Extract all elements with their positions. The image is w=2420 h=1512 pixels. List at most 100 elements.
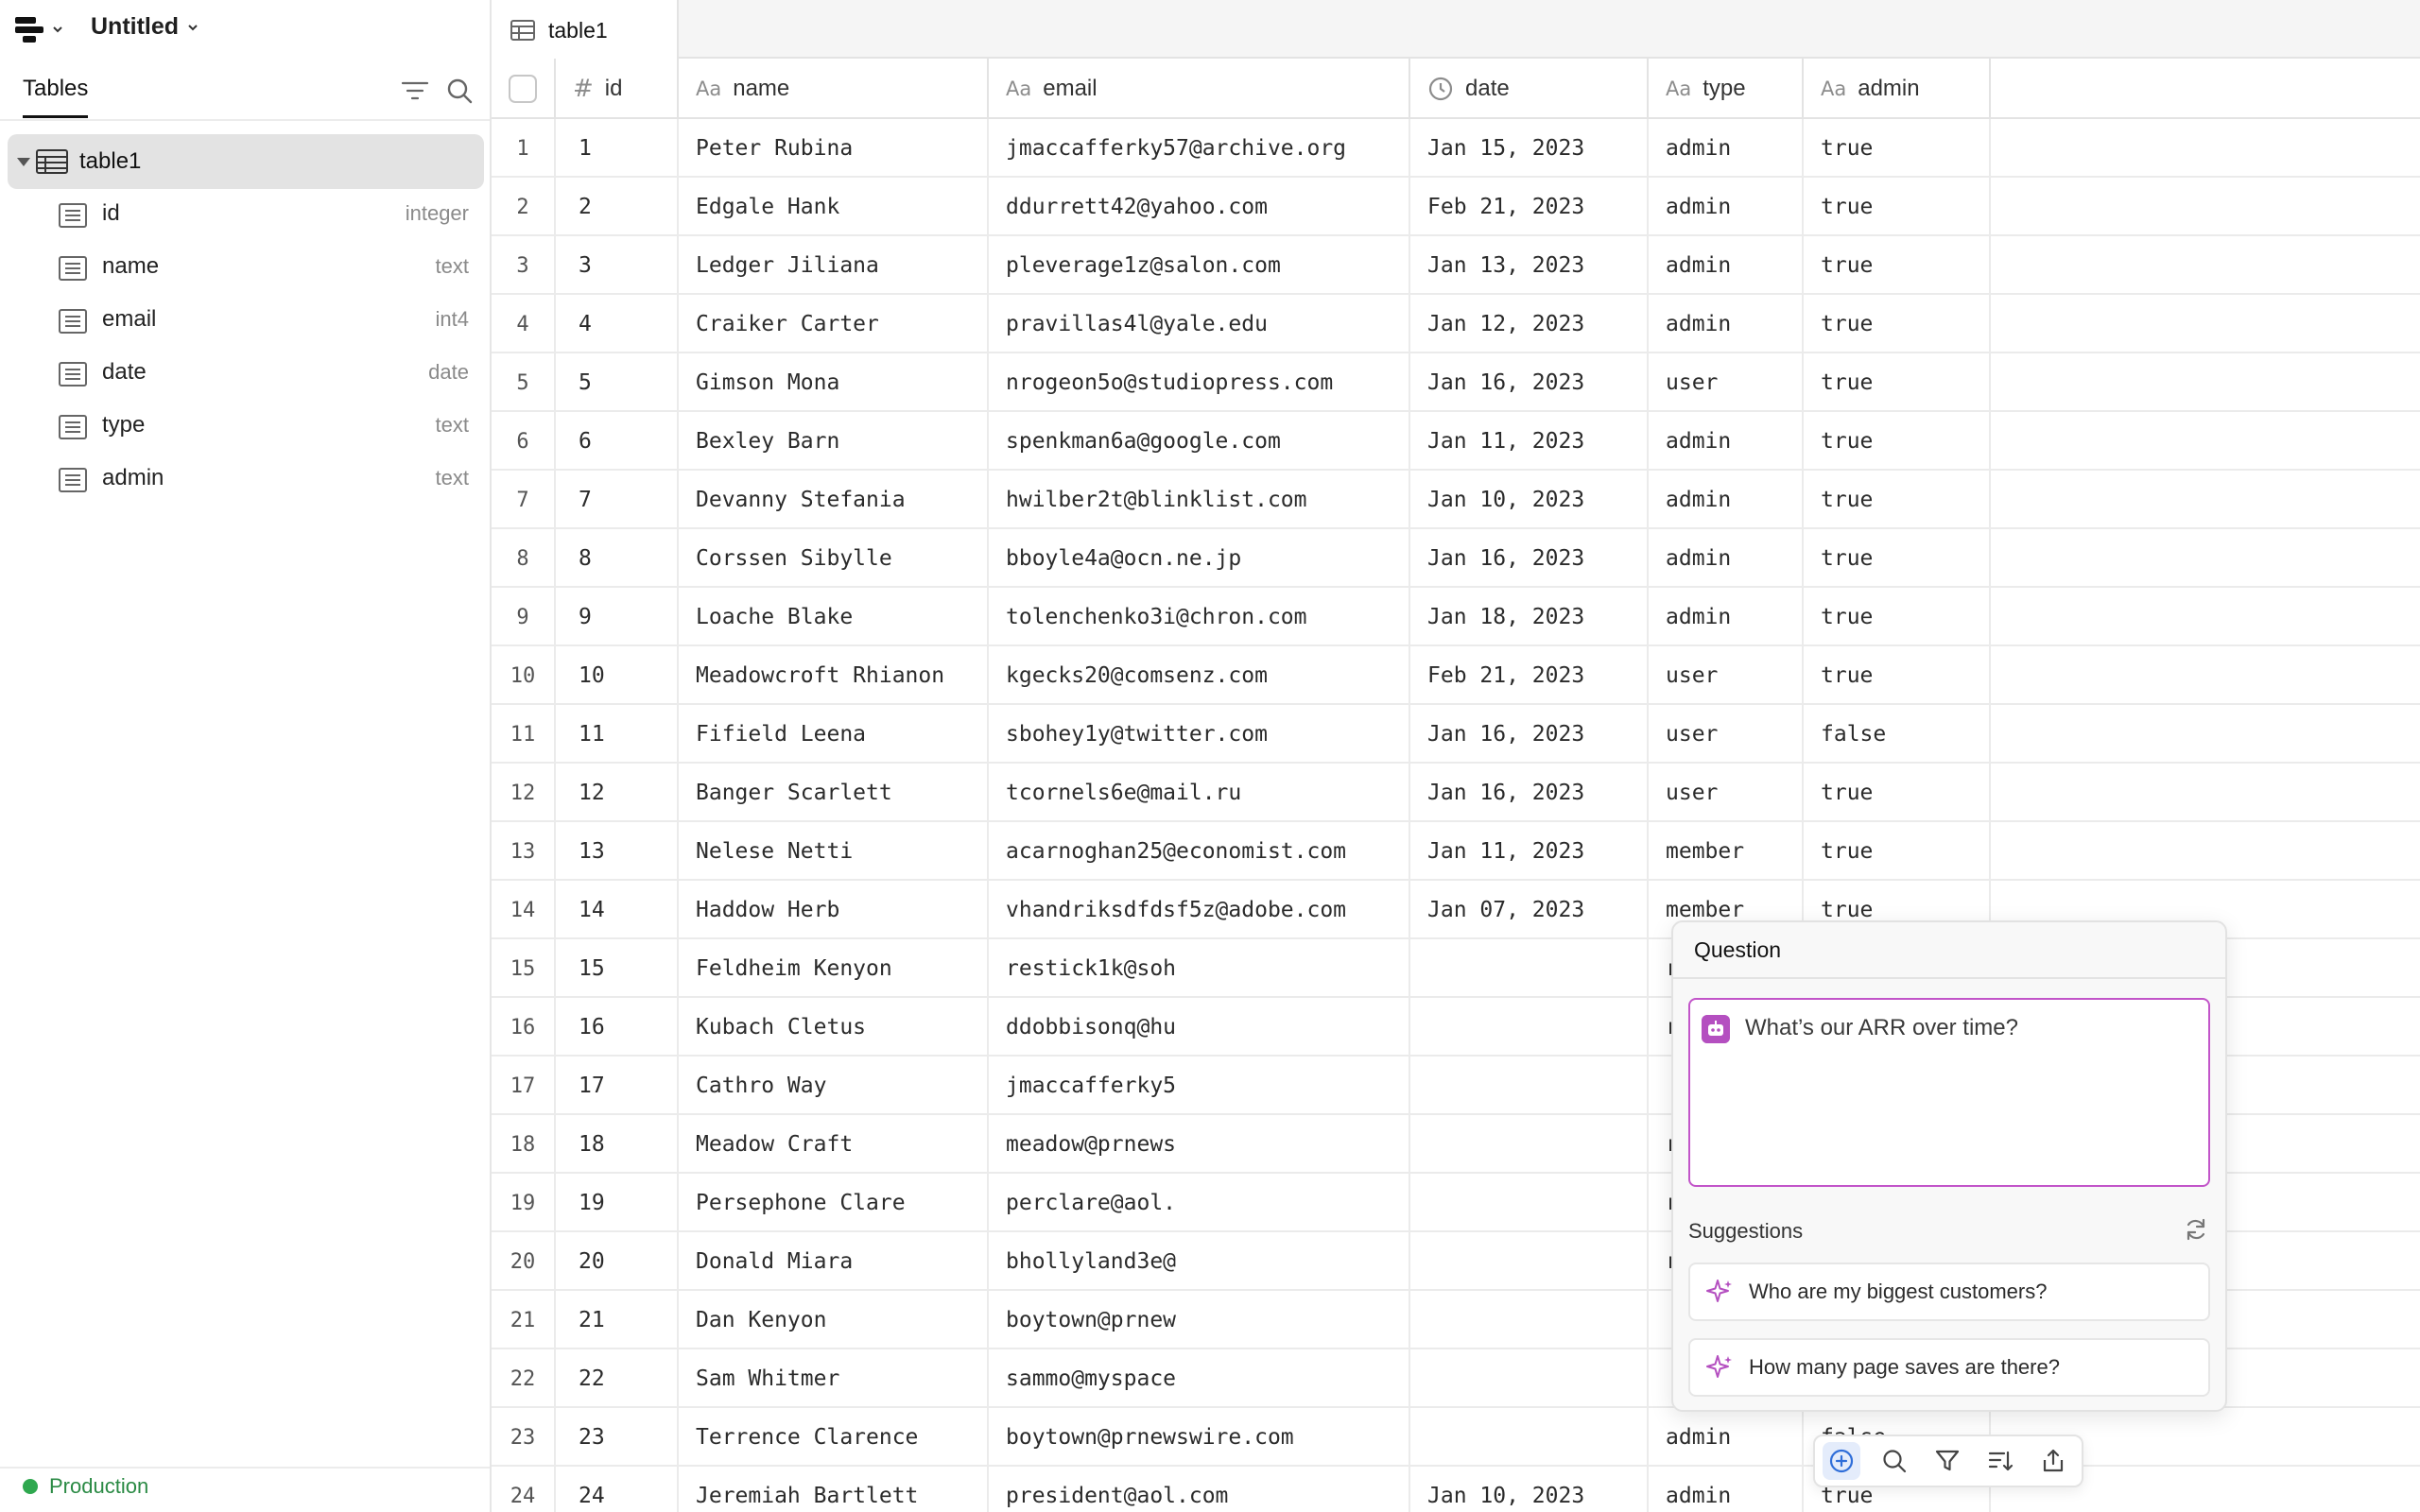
search-button[interactable] [1876,1442,1913,1480]
cell-type[interactable]: admin [1649,588,1804,646]
tree-field-admin[interactable]: admin text [0,452,490,505]
cell-name[interactable]: Peter Rubina [679,119,989,178]
cell-date[interactable]: Jan 18, 2023 [1410,588,1649,646]
cell-date[interactable] [1410,1408,1649,1467]
suggestion-item[interactable]: How many page saves are there? [1688,1338,2210,1397]
row-number-cell[interactable]: 20 [492,1232,556,1291]
cell-id[interactable]: 15 [556,939,679,998]
cell-email[interactable]: boytown@prnew [989,1291,1410,1349]
cell-email[interactable]: kgecks20@comsenz.com [989,646,1410,705]
cell-id[interactable]: 17 [556,1057,679,1115]
cell-admin[interactable]: false [1804,705,1991,764]
cell-id[interactable]: 4 [556,295,679,353]
filter-lines-icon[interactable] [401,79,429,102]
table-row[interactable]: 5 5 Gimson Mona nrogeon5o@studiopress.com Ja… [492,353,2420,412]
cell-email[interactable]: tcornels6e@mail.ru [989,764,1410,822]
cell-id[interactable]: 24 [556,1467,679,1512]
cell-email[interactable]: bboyle4a@ocn.ne.jp [989,529,1410,588]
document-title-menu[interactable]: Untitled [91,13,199,41]
cell-type[interactable]: admin [1649,1408,1804,1467]
cell-type[interactable]: admin [1649,529,1804,588]
cell-name[interactable]: Fifield Leena [679,705,989,764]
cell-email[interactable]: pleverage1z@salon.com [989,236,1410,295]
cell-name[interactable]: Persephone Clare [679,1174,989,1232]
cell-date[interactable] [1410,1057,1649,1115]
app-menu-button[interactable] [15,15,64,43]
row-number-cell[interactable]: 6 [492,412,556,471]
cell-id[interactable]: 14 [556,881,679,939]
row-number-cell[interactable]: 23 [492,1408,556,1467]
cell-name[interactable]: Ledger Jiliana [679,236,989,295]
cell-date[interactable]: Feb 21, 2023 [1410,178,1649,236]
cell-type[interactable]: admin [1649,1467,1804,1512]
row-number-cell[interactable]: 21 [492,1291,556,1349]
table-row[interactable]: 1 1 Peter Rubina jmaccafferky57@archive.org… [492,119,2420,178]
table-row[interactable]: 13 13 Nelese Netti acarnoghan25@economist.c… [492,822,2420,881]
select-all-checkbox[interactable] [509,75,537,103]
cell-email[interactable]: jmaccafferky5 [989,1057,1410,1115]
cell-type[interactable]: member [1649,822,1804,881]
cell-type[interactable]: admin [1649,178,1804,236]
cell-id[interactable]: 16 [556,998,679,1057]
column-header-id[interactable]: # id [556,59,679,119]
ask-question-button[interactable] [1823,1442,1860,1480]
cell-name[interactable]: Donald Miara [679,1232,989,1291]
cell-email[interactable]: perclare@aol. [989,1174,1410,1232]
row-number-cell[interactable]: 18 [492,1115,556,1174]
cell-email[interactable]: nrogeon5o@studiopress.com [989,353,1410,412]
tree-field-email[interactable]: email int4 [0,293,490,346]
cell-email[interactable]: ddurrett42@yahoo.com [989,178,1410,236]
row-number-cell[interactable]: 11 [492,705,556,764]
cell-email[interactable]: tolenchenko3i@chron.com [989,588,1410,646]
cell-date[interactable] [1410,1291,1649,1349]
cell-name[interactable]: Nelese Netti [679,822,989,881]
cell-email[interactable]: acarnoghan25@economist.com [989,822,1410,881]
cell-name[interactable]: Terrence Clarence [679,1408,989,1467]
cell-admin[interactable]: true [1804,178,1991,236]
suggestion-item[interactable]: Who are my biggest customers? [1688,1263,2210,1321]
cell-admin[interactable]: true [1804,236,1991,295]
cell-email[interactable]: ddobbisonq@hu [989,998,1410,1057]
cell-type[interactable]: user [1649,353,1804,412]
cell-email[interactable]: sammo@myspace [989,1349,1410,1408]
cell-name[interactable]: Meadow Craft [679,1115,989,1174]
row-number-cell[interactable]: 4 [492,295,556,353]
table-row[interactable]: 11 11 Fifield Leena sbohey1y@twitter.com Jan… [492,705,2420,764]
table-row[interactable]: 23 23 Terrence Clarence boytown@prnewswire.… [492,1408,2420,1467]
cell-email[interactable]: restick1k@soh [989,939,1410,998]
cell-email[interactable]: vhandriksdfdsf5z@adobe.com [989,881,1410,939]
cell-type[interactable]: user [1649,705,1804,764]
cell-id[interactable]: 10 [556,646,679,705]
row-number-cell[interactable]: 19 [492,1174,556,1232]
cell-date[interactable] [1410,1349,1649,1408]
cell-date[interactable]: Jan 11, 2023 [1410,412,1649,471]
row-number-cell[interactable]: 5 [492,353,556,412]
row-number-cell[interactable]: 24 [492,1467,556,1512]
cell-date[interactable] [1410,939,1649,998]
row-number-cell[interactable]: 15 [492,939,556,998]
cell-admin[interactable]: true [1804,295,1991,353]
cell-name[interactable]: Loache Blake [679,588,989,646]
cell-date[interactable]: Jan 13, 2023 [1410,236,1649,295]
cell-admin[interactable]: true [1804,412,1991,471]
table-row[interactable]: 4 4 Craiker Carter pravillas4l@yale.edu Jan … [492,295,2420,353]
sort-button[interactable] [1981,1442,2019,1480]
cell-email[interactable]: meadow@prnews [989,1115,1410,1174]
cell-date[interactable]: Jan 10, 2023 [1410,471,1649,529]
cell-type[interactable]: admin [1649,471,1804,529]
cell-name[interactable]: Haddow Herb [679,881,989,939]
column-header-type[interactable]: Aa type [1649,59,1804,119]
cell-admin[interactable]: true [1804,471,1991,529]
row-number-cell[interactable]: 10 [492,646,556,705]
cell-id[interactable]: 13 [556,822,679,881]
row-number-cell[interactable]: 1 [492,119,556,178]
cell-name[interactable]: Sam Whitmer [679,1349,989,1408]
cell-name[interactable]: Dan Kenyon [679,1291,989,1349]
column-header-admin[interactable]: Aa admin [1804,59,1991,119]
cell-date[interactable]: Jan 11, 2023 [1410,822,1649,881]
tab-table1[interactable]: table1 [492,0,679,60]
cell-type[interactable]: admin [1649,412,1804,471]
table-row[interactable]: 6 6 Bexley Barn spenkman6a@google.com Jan 11… [492,412,2420,471]
cell-id[interactable]: 23 [556,1408,679,1467]
cell-date[interactable]: Jan 16, 2023 [1410,353,1649,412]
